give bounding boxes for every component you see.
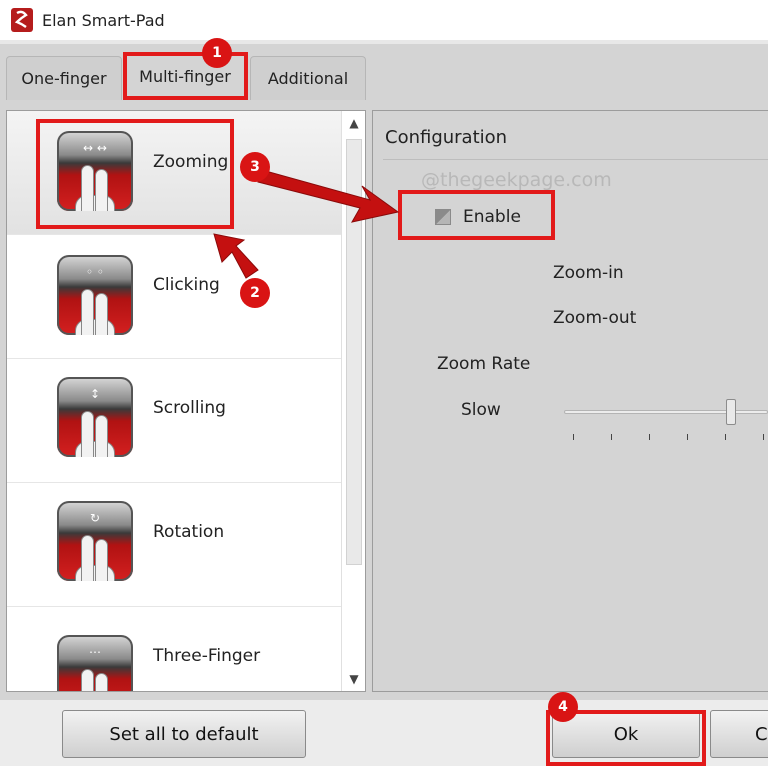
window-title: Elan Smart-Pad bbox=[42, 10, 165, 30]
annotation-badge-4: 4 bbox=[548, 692, 578, 722]
scroll-up-icon[interactable]: ▲ bbox=[342, 111, 365, 135]
gesture-label-scrolling: Scrolling bbox=[153, 398, 226, 418]
zoom-rate-label: Zoom Rate bbox=[437, 354, 531, 374]
gesture-item-clicking[interactable]: ◦ ◦ Clicking bbox=[7, 235, 341, 359]
gesture-label-three-finger: Three-Finger bbox=[153, 646, 261, 666]
watermark: @thegeekpage.com bbox=[421, 169, 612, 191]
set-all-default-button[interactable]: Set all to default bbox=[62, 710, 306, 758]
gesture-label-rotation: Rotation bbox=[153, 522, 225, 542]
slider-tick bbox=[649, 434, 650, 440]
scroll-down-icon[interactable]: ▼ bbox=[342, 667, 365, 691]
configuration-divider bbox=[383, 159, 768, 160]
zoom-rate-slider-track[interactable] bbox=[564, 410, 768, 414]
annotation-badge-2: 2 bbox=[240, 278, 270, 308]
gesture-item-rotation[interactable]: ↻ Rotation bbox=[7, 483, 341, 607]
cancel-button[interactable]: C bbox=[710, 710, 768, 758]
configuration-title: Configuration bbox=[385, 127, 508, 148]
scrolling-gesture-icon: ↕ bbox=[57, 377, 133, 457]
scroll-thumb[interactable] bbox=[346, 139, 362, 565]
slider-tick bbox=[687, 434, 688, 440]
tab-strip: One-finger Multi-finger Additional bbox=[0, 44, 768, 100]
zoom-rate-slider-thumb[interactable] bbox=[726, 399, 736, 425]
annotation-badge-3: 3 bbox=[240, 152, 270, 182]
title-bar: Elan Smart-Pad bbox=[0, 0, 768, 40]
zoom-out-label: Zoom-out bbox=[553, 308, 637, 328]
highlight-enable-checkbox bbox=[398, 190, 555, 240]
slider-tick bbox=[763, 434, 764, 440]
rotation-gesture-icon: ↻ bbox=[57, 501, 133, 581]
annotation-badge-1: 1 bbox=[202, 38, 232, 68]
clicking-gesture-icon: ◦ ◦ bbox=[57, 255, 133, 335]
slider-tick bbox=[611, 434, 612, 440]
slider-tick bbox=[725, 434, 726, 440]
slow-label: Slow bbox=[461, 400, 501, 420]
gesture-item-scrolling[interactable]: ↕ Scrolling bbox=[7, 359, 341, 483]
three-finger-gesture-icon: ⋯ bbox=[57, 635, 133, 691]
gesture-item-three-finger[interactable]: ⋯ Three-Finger bbox=[7, 607, 341, 691]
gesture-label-clicking: Clicking bbox=[153, 275, 220, 295]
slider-tick bbox=[573, 434, 574, 440]
highlight-zooming-item bbox=[36, 119, 234, 229]
tab-one-finger[interactable]: One-finger bbox=[6, 56, 122, 100]
elan-logo-icon bbox=[11, 8, 33, 32]
gesture-list-scrollbar[interactable]: ▲ ▼ bbox=[341, 111, 365, 691]
zoom-in-label: Zoom-in bbox=[553, 263, 624, 283]
tab-additional[interactable]: Additional bbox=[250, 56, 366, 100]
